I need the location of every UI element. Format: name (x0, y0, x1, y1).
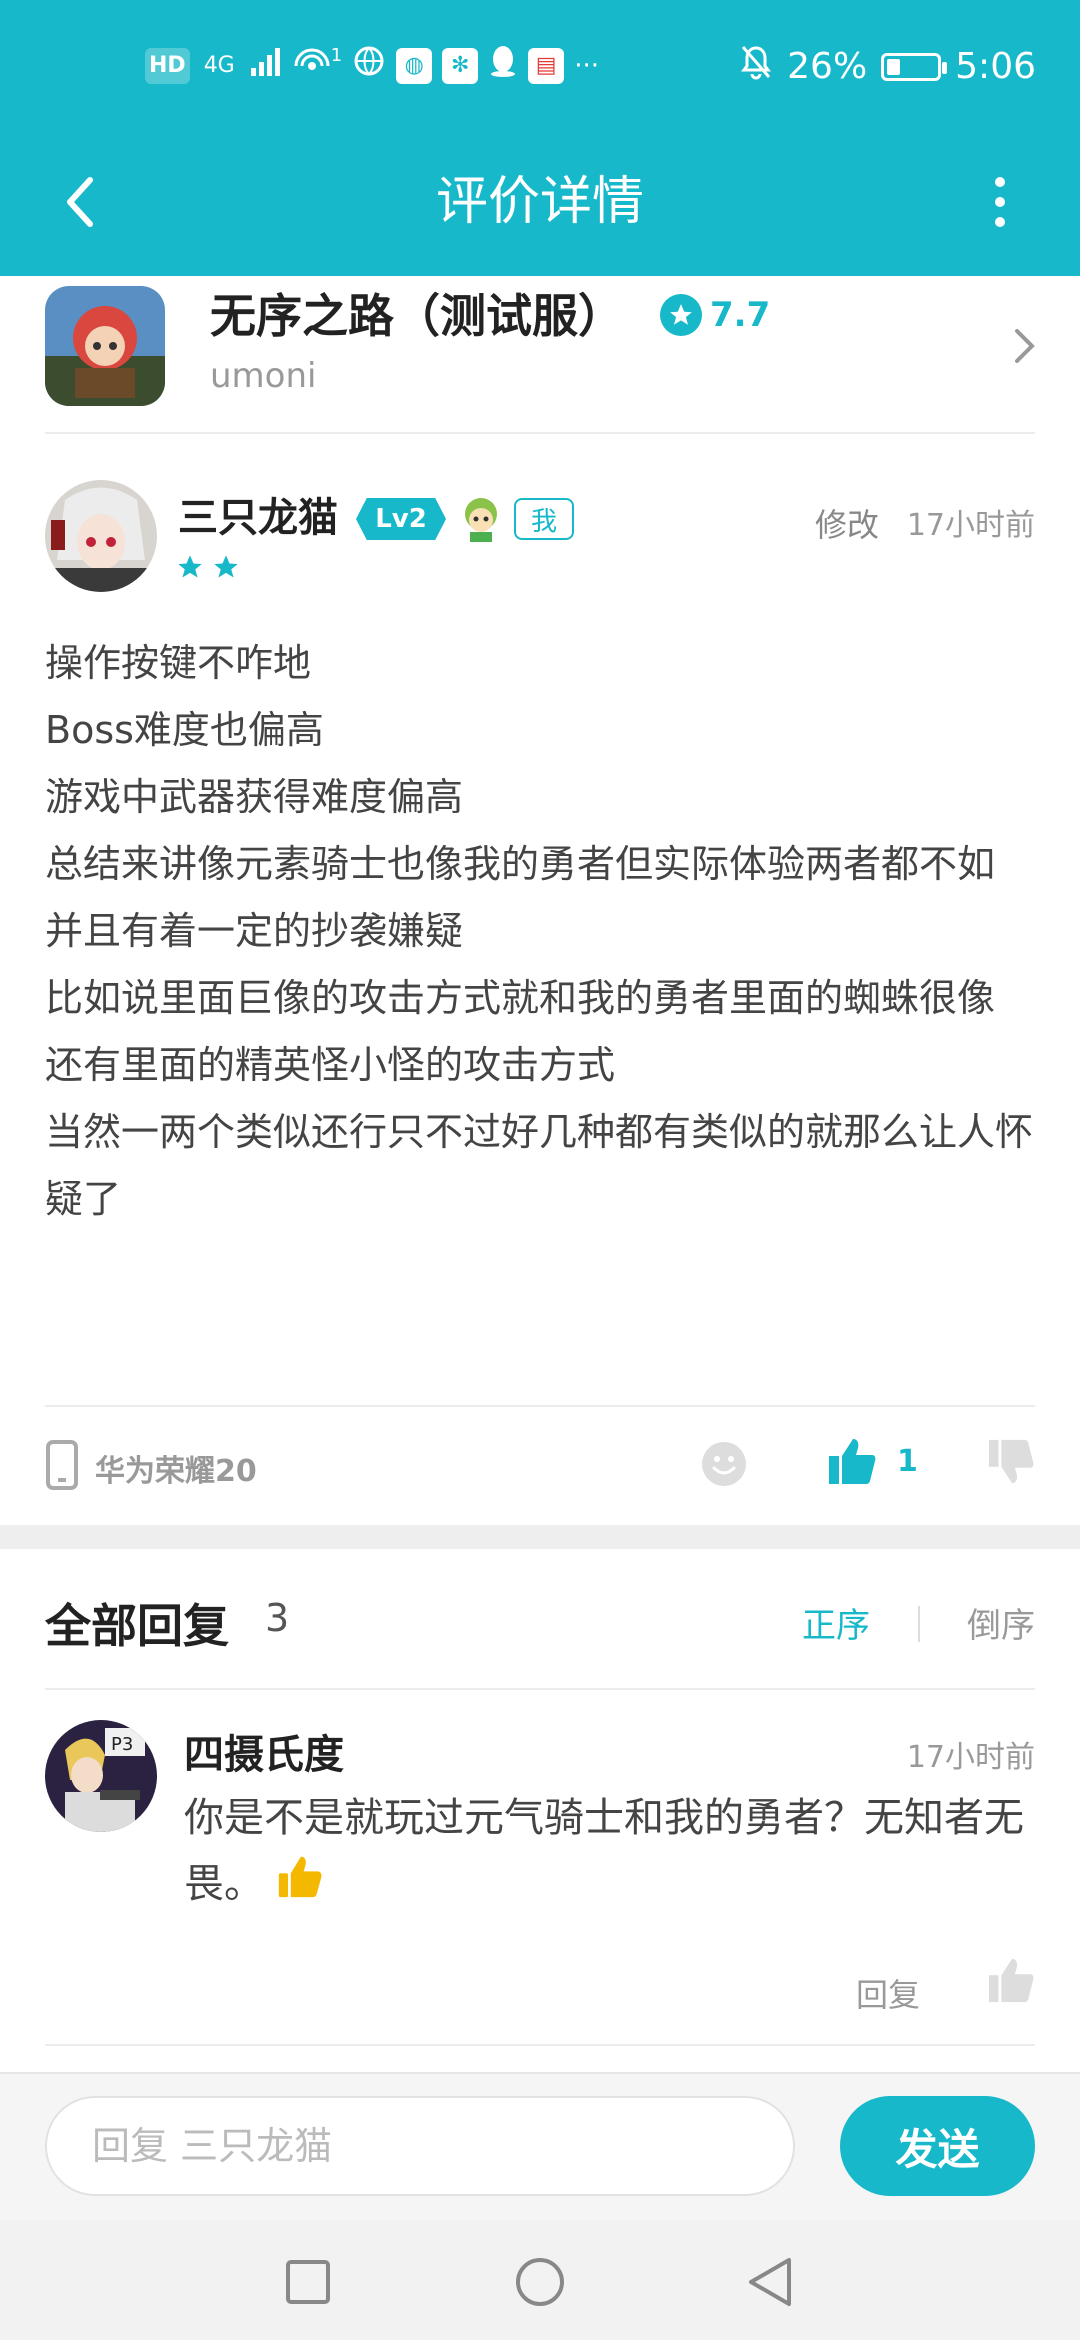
like-count: 1 (897, 1443, 918, 1479)
battery-icon (881, 52, 948, 81)
hotspot-icon (293, 44, 331, 87)
game-rating: 7.7 (660, 294, 770, 336)
square-icon (286, 2260, 330, 2304)
nav-back-button[interactable] (738, 2250, 802, 2314)
replies-title: 全部回复 (45, 1599, 229, 1653)
status-bar: HD 4G 1 ◍ ✻ ▤ ··· 26% 5:06 (0, 0, 1080, 132)
more-dot (995, 197, 1005, 207)
baidu-icon: ✻ (442, 47, 479, 84)
review-line: Boss难度也偏高 (45, 708, 324, 752)
game-title[interactable]: 无序之路（测试服） (210, 286, 624, 346)
edit-link[interactable]: 修改 (815, 500, 879, 546)
emoji-reaction-button[interactable] (700, 1440, 748, 1492)
thumbs-up-icon (988, 1958, 1034, 2003)
sort-divider (918, 1606, 920, 1642)
chevron-right-icon[interactable] (1000, 316, 1050, 376)
page-title: 评价详情 (435, 172, 644, 232)
app-bar: 评价详情 (0, 132, 1080, 276)
rating-value: 7.7 (710, 295, 771, 335)
more-notifications-icon: ··· (574, 50, 599, 81)
thumbs-down-icon (988, 1439, 1034, 1484)
review-line: 总结来讲像元素骑士也像我的勇者但实际体验两者都不如 (45, 842, 996, 886)
reviewer-avatar[interactable] (45, 480, 157, 592)
globe-icon (352, 44, 386, 87)
reviewer-name[interactable]: 三只龙猫 (178, 492, 338, 544)
divider (45, 2044, 1035, 2046)
reply-author[interactable]: 四摄氏度 (184, 1722, 344, 1780)
network-type-icon: 4G (203, 53, 235, 78)
qq-icon (488, 44, 518, 87)
device-name: 华为荣耀20 (95, 1454, 257, 1489)
signal-icon (249, 44, 283, 87)
like-button[interactable]: 1 (827, 1436, 918, 1486)
reply-text: 你是不是就玩过元气骑士和我的勇者？无知者无畏。 (184, 1785, 1034, 1919)
circle-icon (516, 2258, 564, 2306)
level-badge: Lv2 (356, 498, 446, 540)
star-icon (214, 555, 238, 578)
me-tag: 我 (514, 498, 574, 540)
review-footer: 华为荣耀20 1 (45, 1432, 1035, 1502)
send-button[interactable]: 发送 (840, 2096, 1035, 2196)
phone-icon (45, 1440, 79, 1494)
review-line: 当然一两个类似还行只不过好几种都有类似的就那么让人怀疑了 (45, 1110, 1034, 1221)
review-line: 比如说里面巨像的攻击方式就和我的勇者里面的蜘蛛很像 (45, 976, 996, 1020)
reply-button[interactable]: 回复 (856, 1970, 920, 2016)
sort-ascending-tab[interactable]: 正序 (802, 1598, 870, 1647)
more-dot (995, 217, 1005, 227)
clock: 5:06 (955, 46, 1036, 87)
system-nav-bar (0, 2220, 1080, 2340)
recents-button[interactable] (276, 2250, 340, 2314)
reply-item: P3 四摄氏度 17小时前 你是不是就玩过元气骑士和我的勇者？无知者无畏。 回复 (0, 1690, 1080, 2050)
review-line: 操作按键不咋地 (45, 641, 312, 685)
sort-descending-tab[interactable]: 倒序 (967, 1598, 1035, 1647)
review-line: 并且有着一定的抄袭嫌疑 (45, 909, 464, 953)
thumbs-up-icon (829, 1439, 876, 1484)
reply-composer: 发送 (0, 2072, 1080, 2220)
divider (45, 432, 1035, 434)
medal-avatar-icon (456, 494, 506, 544)
status-left-icons: HD 4G 1 ◍ ✻ ▤ ··· (145, 44, 599, 87)
triangle-back-icon (749, 2258, 791, 2306)
review-body: 操作按键不咋地 Boss难度也偏高 游戏中武器获得难度偏高 总结来讲像元素骑士也… (45, 630, 1035, 1233)
mute-icon (739, 44, 773, 89)
battery-percent: 26% (787, 46, 868, 87)
svg-text:P3: P3 (111, 1734, 133, 1755)
dislike-button[interactable] (987, 1438, 1035, 1490)
game-developer: umoni (210, 356, 317, 396)
replies-header: 全部回复 3 正序 倒序 (45, 1590, 1035, 1660)
review-line: 游戏中武器获得难度偏高 (45, 775, 464, 819)
thumbs-up-emoji-icon (277, 1853, 323, 1919)
game-app-icon[interactable] (45, 286, 165, 406)
review-line: 还有里面的精英怪小怪的攻击方式 (45, 1043, 616, 1087)
hotspot-count: 1 (330, 45, 343, 66)
replies-count: 3 (265, 1596, 290, 1640)
game-info-row[interactable]: 无序之路（测试服） 7.7 umoni (0, 276, 1080, 434)
browser-icon: ◍ (396, 47, 433, 84)
reply-avatar[interactable]: P3 (45, 1720, 157, 1832)
review-time: 17小时前 (906, 508, 1035, 543)
top-bar: HD 4G 1 ◍ ✻ ▤ ··· 26% 5:06 评价详情 (0, 0, 1080, 276)
battery-level (887, 58, 900, 75)
hd-icon: HD (145, 47, 190, 84)
star-rating (176, 553, 240, 581)
section-separator (0, 1525, 1080, 1549)
star-badge-icon (660, 294, 702, 336)
home-button[interactable] (508, 2250, 572, 2314)
star-icon (178, 555, 202, 578)
reply-input[interactable] (45, 2096, 795, 2196)
reply-time: 17小时前 (906, 1740, 1035, 1775)
reader-icon: ▤ (528, 47, 565, 84)
divider (45, 1405, 1035, 1407)
status-right-icons: 26% 5:06 (739, 44, 1036, 89)
more-dot (995, 177, 1005, 187)
reply-like-button[interactable] (987, 1956, 1035, 2008)
more-menu-button[interactable] (960, 162, 1040, 242)
